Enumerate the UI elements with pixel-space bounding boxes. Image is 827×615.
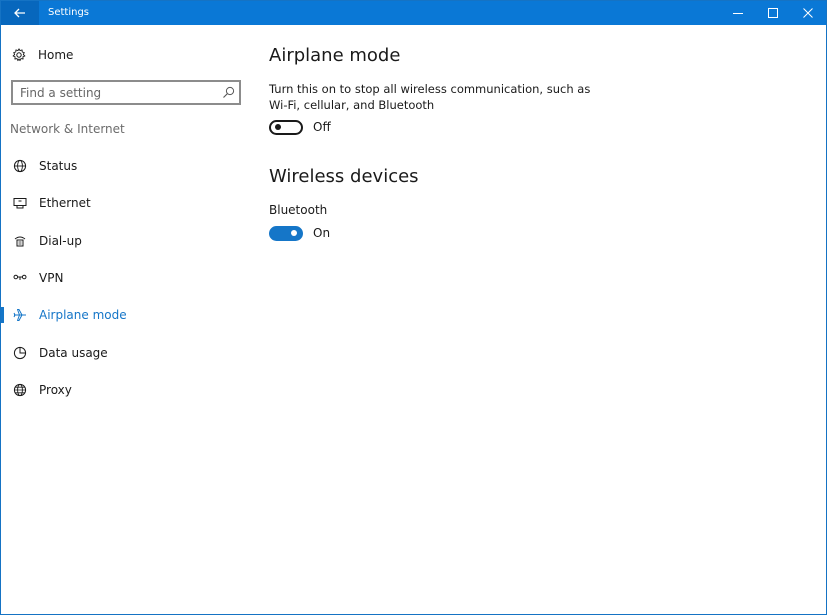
sidebar-item-label: Airplane mode (39, 308, 127, 322)
bluetooth-label: Bluetooth (269, 203, 328, 217)
sidebar-item-vpn[interactable]: VPN (1, 264, 241, 292)
back-button[interactable] (1, 1, 39, 25)
airplane-icon (13, 308, 27, 322)
sidebar-item-label: Proxy (39, 383, 72, 397)
airplane-mode-description: Turn this on to stop all wireless commun… (269, 82, 591, 112)
minimize-icon (733, 13, 743, 14)
sidebar-item-dialup[interactable]: Dial-up (1, 227, 241, 255)
section-heading: Network & Internet (10, 122, 125, 136)
sidebar-item-label: Dial-up (39, 234, 82, 248)
settings-window: Settings Home Find a setting Network & I… (0, 0, 827, 615)
wireless-devices-heading: Wireless devices (269, 166, 419, 187)
toggle-knob (291, 230, 297, 236)
globe-status-icon (13, 159, 27, 173)
vpn-icon (13, 271, 27, 285)
sidebar-item-label: Ethernet (39, 196, 91, 210)
bluetooth-toggle[interactable] (269, 225, 303, 241)
maximize-button[interactable] (756, 1, 790, 25)
window-title: Settings (48, 7, 90, 18)
maximize-icon (768, 8, 778, 18)
airplane-mode-heading: Airplane mode (269, 45, 401, 66)
gear-icon (12, 48, 26, 62)
close-icon (803, 8, 813, 18)
sidebar-item-label: Data usage (39, 346, 108, 360)
active-indicator (1, 307, 4, 323)
sidebar-item-ethernet[interactable]: Ethernet (1, 189, 241, 217)
sidebar-item-label: Status (39, 159, 78, 173)
search-box (11, 80, 241, 105)
airplane-mode-toggle[interactable] (269, 119, 303, 135)
search-input[interactable] (13, 82, 220, 103)
dialup-icon (13, 234, 27, 248)
close-button[interactable] (791, 1, 825, 25)
search-icon[interactable] (222, 86, 235, 99)
back-arrow-icon (14, 8, 25, 18)
sidebar-item-label: Home (38, 48, 74, 62)
globe-icon (13, 383, 27, 397)
sidebar-item-status[interactable]: Status (1, 152, 241, 180)
title-bar: Settings (1, 1, 826, 25)
sidebar-item-proxy[interactable]: Proxy (1, 376, 241, 404)
bluetooth-toggle-row: On (269, 224, 330, 242)
sidebar-item-label: VPN (39, 271, 64, 285)
data-usage-icon (13, 346, 27, 360)
minimize-button[interactable] (721, 1, 755, 25)
ethernet-icon (13, 196, 27, 210)
sidebar-item-airplane-mode[interactable]: Airplane mode (1, 301, 241, 329)
sidebar-item-data-usage[interactable]: Data usage (1, 339, 241, 367)
airplane-mode-toggle-state: Off (313, 120, 331, 134)
sidebar-item-home[interactable]: Home (12, 45, 73, 65)
toggle-knob (275, 124, 281, 130)
bluetooth-toggle-state: On (313, 226, 331, 240)
airplane-mode-toggle-row: Off (269, 118, 331, 136)
